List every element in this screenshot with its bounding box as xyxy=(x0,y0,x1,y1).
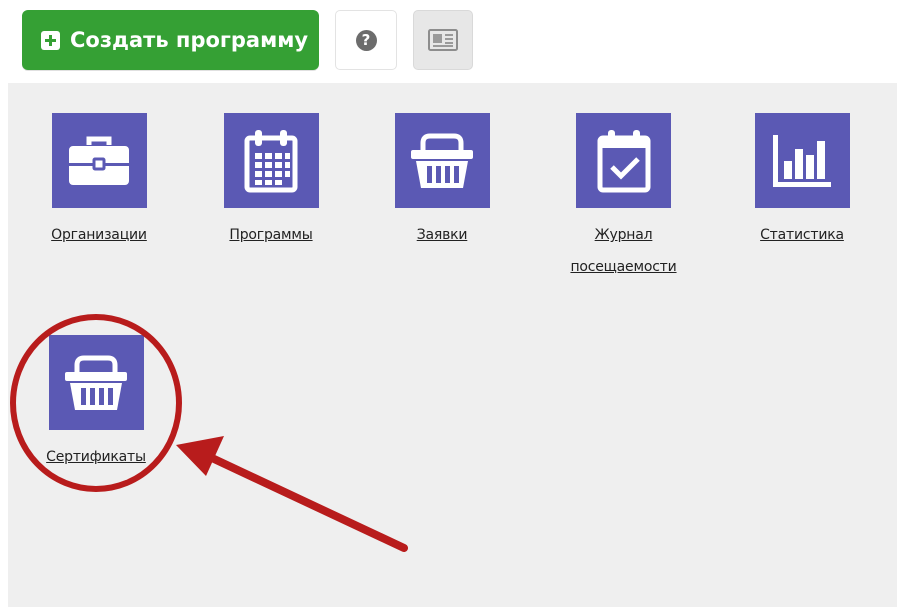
create-program-button[interactable]: Создать программу xyxy=(22,10,319,70)
news-view-button[interactable] xyxy=(413,10,473,70)
tile-certificates[interactable]: Сертификаты xyxy=(33,335,159,473)
create-program-label: Создать программу xyxy=(70,28,309,52)
tile-statistics-label[interactable]: Статистика xyxy=(747,219,857,251)
plus-icon xyxy=(41,30,60,50)
question-icon: ? xyxy=(355,29,377,51)
help-button[interactable]: ? xyxy=(335,10,397,70)
tile-applications-label[interactable]: Заявки xyxy=(389,219,495,251)
tile-attendance-journal-label-line2: посещаемости xyxy=(570,259,677,275)
tile-certificates-icon-box xyxy=(48,335,144,430)
basket-icon xyxy=(65,355,127,410)
tile-attendance-journal-icon-box xyxy=(576,113,671,208)
toolbar: Создать программу ? xyxy=(0,0,897,82)
tile-organizations-icon-box xyxy=(51,113,147,208)
calendar-check-icon xyxy=(597,129,650,192)
bar-chart-icon xyxy=(773,134,831,187)
tile-statistics[interactable]: Статистика xyxy=(747,113,857,251)
tile-programs-label[interactable]: Программы xyxy=(211,219,331,251)
tile-applications-icon-box xyxy=(394,113,490,208)
tile-organizations[interactable]: Организации xyxy=(34,113,164,251)
tile-applications[interactable]: Заявки xyxy=(389,113,495,251)
tile-organizations-label[interactable]: Организации xyxy=(34,219,164,251)
basket-icon xyxy=(411,133,473,188)
tile-attendance-journal[interactable]: Журнал посещаемости xyxy=(556,113,691,283)
calendar-grid-icon xyxy=(244,129,298,192)
tile-programs[interactable]: Программы xyxy=(211,113,331,251)
tile-attendance-journal-label-line1: Журнал xyxy=(594,227,653,243)
tile-programs-icon-box xyxy=(223,113,319,208)
tile-certificates-label[interactable]: Сертификаты xyxy=(33,441,159,473)
newspaper-icon xyxy=(428,29,458,51)
tile-attendance-journal-label[interactable]: Журнал посещаемости xyxy=(556,219,691,283)
briefcase-icon xyxy=(69,136,129,185)
tile-statistics-icon-box xyxy=(754,113,850,208)
